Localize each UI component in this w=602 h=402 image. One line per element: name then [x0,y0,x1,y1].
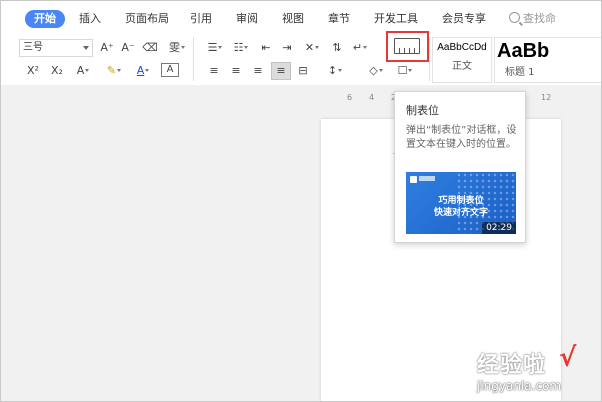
ruler-tick: 4 [369,93,375,102]
bullet-list-button[interactable]: ☰ [203,40,227,56]
tab-stop-button[interactable] [386,31,429,62]
style-normal[interactable]: AaBbCcDd 正文 [432,37,492,83]
chevron-down-icon [315,46,320,49]
font-size-select[interactable]: 三号 [19,39,93,57]
show-marks-button[interactable]: ↵ [349,40,371,56]
subscript-button[interactable]: X₂ [47,63,67,79]
video-title-line2: 快速对齐文字 [433,208,488,218]
video-duration: 02:29 [482,222,516,234]
text-effect-button[interactable]: A [71,63,95,79]
tab-stop-tooltip: 制表位 弹出“制表位”对话框，设置文本在键入时的位置。 巧用制表位 快速对齐文字… [394,91,526,243]
ruler-tick: 6 [347,93,353,102]
chevron-down-icon [244,46,249,49]
search-icon [509,12,520,23]
ribbon-separator [429,37,430,81]
chevron-down-icon [408,69,413,72]
chevron-down-icon [145,69,150,72]
ruler-tick: 12 [541,93,552,102]
watermark-text: 经验啦 [477,353,547,378]
highlight-icon: ✎ [106,64,117,77]
font-color-label: A [136,64,145,77]
font-color-button[interactable]: A [131,63,155,79]
increase-indent-icon[interactable]: ⇥ [278,40,296,56]
distributed-align-icon[interactable]: ⊟ [294,63,312,79]
superscript-button[interactable]: X² [23,63,43,79]
justify-icon[interactable]: ≡ [271,62,291,80]
style-normal-sample: AaBbCcDd [437,42,487,53]
highlight-button[interactable]: ✎ [101,63,127,79]
decrease-indent-icon[interactable]: ⇤ [257,40,275,56]
char-border-button[interactable]: A [161,63,179,77]
tooltip-description: 弹出“制表位”对话框，设置文本在键入时的位置。 [406,125,517,150]
align-center-icon[interactable]: ≡ [227,63,245,79]
chevron-down-icon [117,69,122,72]
chevron-down-icon [83,46,89,50]
tab-review[interactable]: 审阅 [236,10,258,28]
grow-font-button[interactable]: A⁺ [98,40,116,56]
tab-references[interactable]: 引用 [190,10,212,28]
style-heading-1-name: 标题 1 [505,67,535,78]
chevron-down-icon [378,69,383,72]
sort-icon[interactable]: ⇅ [328,40,346,56]
chevron-down-icon [218,46,223,49]
text-effect-label: A [76,64,85,77]
chevron-down-icon [181,46,185,49]
line-spacing-button[interactable]: ↕ [323,63,347,79]
app-window: 开始 插入 页面布局 引用 审阅 视图 章节 开发工具 会员专享 查找命 三号 … [0,0,602,402]
logo-icon [410,176,417,183]
tab-developer[interactable]: 开发工具 [374,10,418,28]
shrink-font-button[interactable]: A⁻ [119,40,137,56]
border-button[interactable]: ☐ [393,63,417,79]
numbered-list-button[interactable]: ☷ [229,40,253,56]
chinese-layout-button[interactable]: ✕ [300,40,324,56]
tooltip-title: 制表位 [406,104,439,117]
watermark-url: jingyanla.com [477,379,562,393]
tab-chapter[interactable]: 章节 [328,10,350,28]
chevron-down-icon [85,69,90,72]
ribbon-separator [193,37,194,81]
chevron-down-icon [363,46,368,49]
tab-view[interactable]: 视图 [282,10,304,28]
style-heading-1[interactable]: AaBb 标题 1 [494,37,601,83]
watermark-check-icon: √ [559,343,577,373]
tab-stop-icon [394,38,420,54]
shading-button[interactable]: ◇ [363,63,389,79]
style-heading-1-sample: AaBb [497,40,550,62]
tab-page-layout[interactable]: 页面布局 [125,10,169,28]
tutorial-video-thumbnail[interactable]: 巧用制表位 快速对齐文字 02:29 [406,172,516,234]
clear-format-button[interactable]: ⌫ [141,40,159,56]
tab-insert[interactable]: 插入 [79,10,101,28]
search-label: 查找命 [523,12,556,25]
phonetic-guide-label: 雯 [169,41,180,54]
ribbon-toolbar: 三号 A⁺ A⁻ ⌫ 雯 X² X₂ A ✎ A A ☰ ☷ ⇤ ⇥ ✕ ⇅ ↵… [1,33,601,85]
align-left-icon[interactable]: ≡ [205,63,223,79]
tab-member[interactable]: 会员专享 [442,10,486,28]
tab-home[interactable]: 开始 [25,10,65,28]
chevron-down-icon [338,69,343,72]
style-normal-name: 正文 [452,61,472,72]
phonetic-guide-button[interactable]: 雯 [165,40,189,56]
ribbon-tab-bar: 开始 插入 页面布局 引用 审阅 视图 章节 开发工具 会员专享 查找命 [1,1,601,33]
logo-text [419,176,435,181]
search-command[interactable]: 查找命 [509,10,556,28]
font-size-value: 三号 [23,42,43,53]
align-right-icon[interactable]: ≡ [249,63,267,79]
